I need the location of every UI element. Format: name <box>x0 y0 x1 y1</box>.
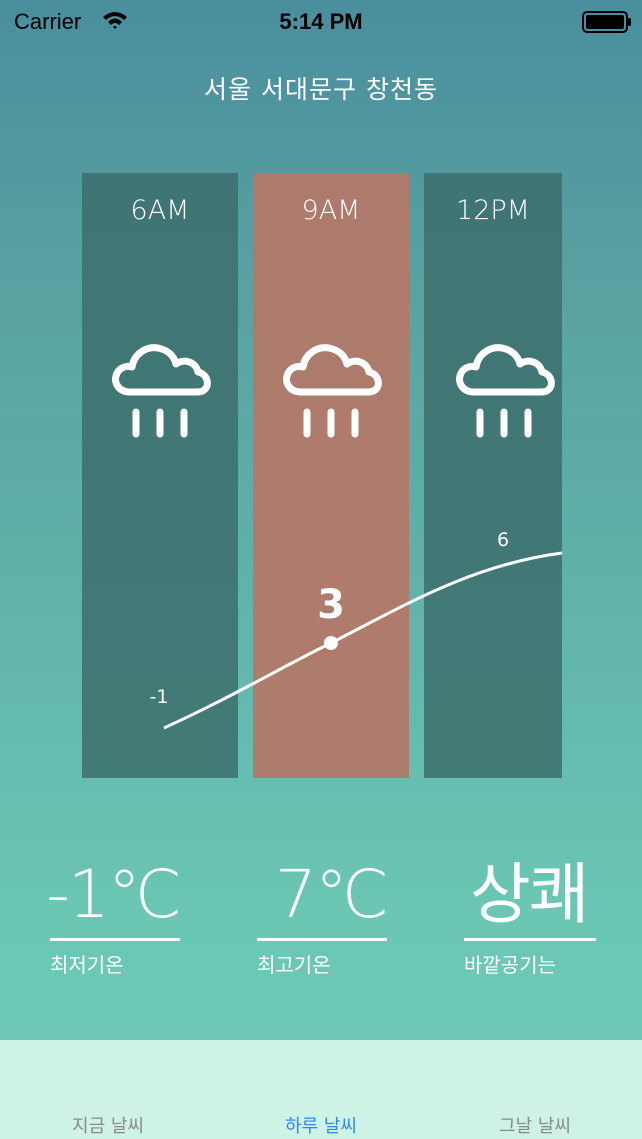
forecast-column-9am[interactable]: 9AM <box>253 173 409 778</box>
tab-day-weather[interactable]: 하루 날씨 <box>241 1112 401 1138</box>
status-bar: Carrier 5:14 PM <box>0 0 642 44</box>
tab-now-weather[interactable]: 지금 날씨 <box>28 1112 188 1138</box>
stat-label: 바깥공기는 <box>464 953 556 977</box>
stat-air-quality: 상쾌 바깥공기는 <box>464 855 596 985</box>
stat-min-temp: -1℃ 최저기온 <box>46 855 182 985</box>
stat-underline <box>50 938 180 941</box>
forecast-column-12pm[interactable]: 12PM <box>424 173 562 778</box>
stat-value: 7℃ <box>274 856 389 933</box>
battery-icon <box>582 11 631 33</box>
forecast-time: 9AM <box>301 195 361 226</box>
clock: 5:14 PM <box>279 9 363 34</box>
tab-that-day-weather[interactable]: 그날 날씨 <box>455 1112 615 1138</box>
location-title: 서울 서대문구 창천동 <box>204 75 438 104</box>
stat-value: -1℃ <box>46 856 182 933</box>
stat-label: 최저기온 <box>50 953 124 977</box>
stat-label: 최고기온 <box>257 953 331 977</box>
forecast-column-6am[interactable]: 6AM <box>82 173 238 778</box>
stat-underline <box>257 938 387 941</box>
rain-cloud-icon <box>456 344 555 438</box>
stat-value: 상쾌 <box>470 856 589 933</box>
stat-max-temp: 7℃ 최고기온 <box>257 855 389 985</box>
stat-underline <box>464 938 596 941</box>
rain-cloud-icon <box>112 344 211 438</box>
tab-bar: 지금 날씨 하루 날씨 그날 날씨 <box>0 1039 642 1139</box>
forecast-time: 6AM <box>130 195 190 226</box>
rain-cloud-icon <box>283 344 382 438</box>
forecast-time: 12PM <box>456 195 530 226</box>
